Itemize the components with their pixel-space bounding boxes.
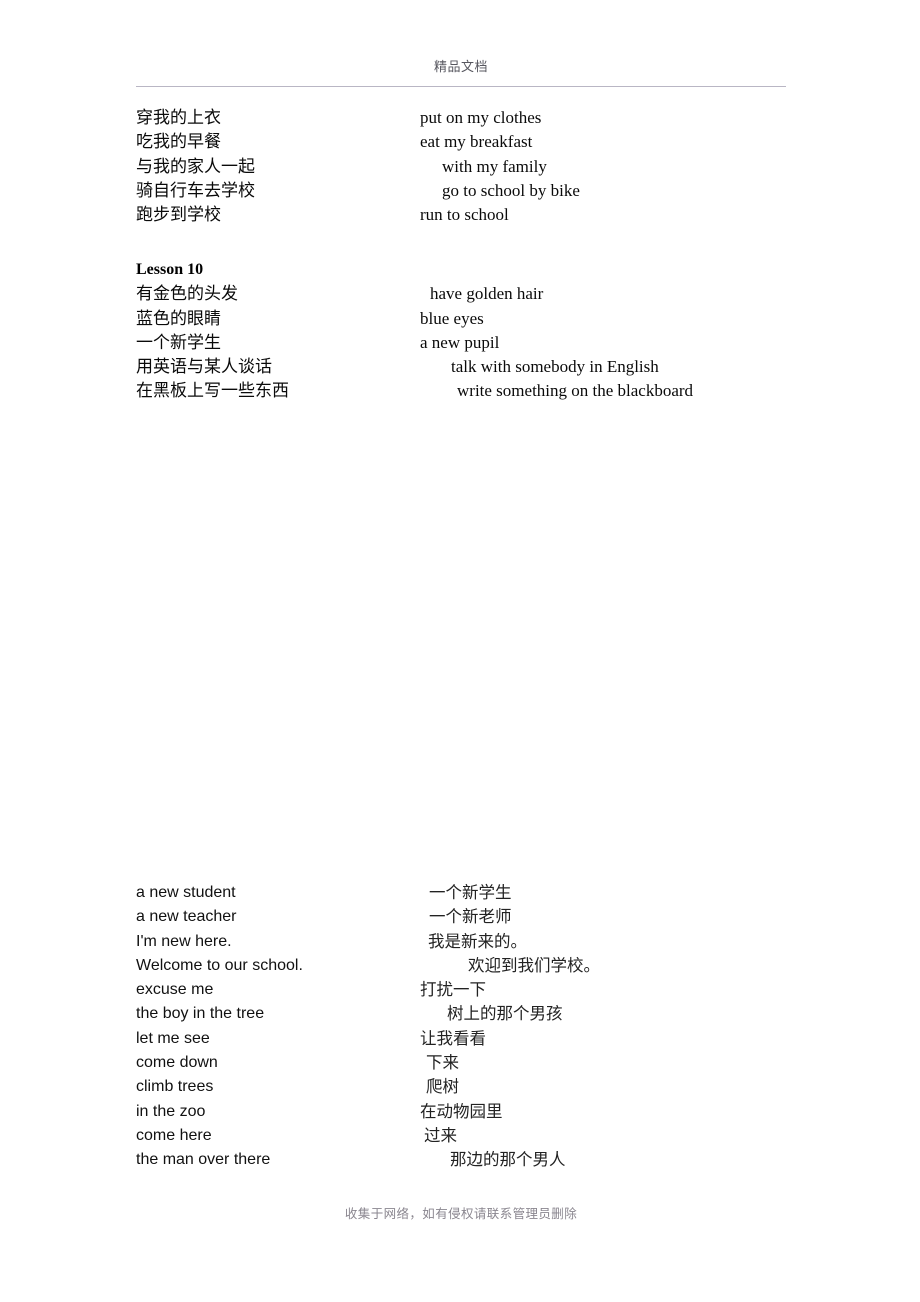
phrase-chinese: 爬树 bbox=[426, 1078, 459, 1097]
phrase-chinese: 让我看看 bbox=[420, 1029, 486, 1048]
phrase-english: come down bbox=[136, 1054, 218, 1072]
phrase-chinese: 蓝色的眼睛 bbox=[136, 308, 221, 328]
phrase-english: put on my clothes bbox=[420, 108, 542, 127]
phrase-chinese: 一个新老师 bbox=[429, 908, 512, 927]
phrase-english: talk with somebody in English bbox=[451, 357, 659, 377]
phrase-english: the boy in the tree bbox=[136, 1005, 265, 1023]
header-title: 精品文档 bbox=[433, 59, 488, 74]
phrase-english: a new student bbox=[136, 884, 236, 901]
phrase-english: a new pupil bbox=[420, 332, 500, 352]
phrase-chinese: 过来 bbox=[424, 1126, 457, 1145]
phrase-chinese: 打扰一下 bbox=[420, 981, 486, 1000]
phrase-chinese: 一个新学生 bbox=[429, 884, 512, 902]
footer-note: 收集于网络，如有侵权请联系管理员删除 bbox=[344, 1207, 578, 1221]
phrase-chinese: 与我的家人一起 bbox=[136, 156, 255, 176]
phrase-english: I'm new here. bbox=[136, 932, 232, 950]
phrase-english: blue eyes bbox=[420, 308, 484, 328]
phrase-chinese: 穿我的上衣 bbox=[136, 108, 221, 127]
lesson-heading: Lesson 10 bbox=[136, 261, 204, 278]
phrase-english: excuse me bbox=[136, 981, 214, 999]
phrase-english: the man over there bbox=[136, 1151, 271, 1169]
phrase-english: let me see bbox=[136, 1029, 210, 1047]
phrase-chinese: 吃我的早餐 bbox=[136, 132, 221, 152]
phrase-english: climb trees bbox=[136, 1078, 214, 1096]
phrase-english: in the zoo bbox=[136, 1102, 206, 1120]
phrase-chinese: 我是新来的。 bbox=[428, 932, 527, 951]
phrase-chinese: 下来 bbox=[426, 1054, 459, 1073]
page-header: 精品文档 bbox=[136, 58, 786, 76]
header-divider bbox=[136, 86, 786, 88]
phrase-chinese: 跑步到学校 bbox=[136, 205, 221, 225]
phrase-chinese: 那边的那个男人 bbox=[450, 1151, 566, 1170]
phrase-english: run to school bbox=[420, 205, 509, 225]
phrase-english: eat my breakfast bbox=[420, 132, 533, 152]
phrase-english: write something on the blackboard bbox=[457, 381, 694, 401]
document-page: 精品文档 穿我的上衣 put on my clothes 吃我的早餐 eat my b… bbox=[0, 0, 920, 1302]
phrase-chinese: 树上的那个男孩 bbox=[447, 1005, 563, 1024]
phrase-chinese: 骑自行车去学校 bbox=[136, 180, 255, 200]
phrase-chinese: 在动物园里 bbox=[420, 1102, 503, 1121]
phrase-chinese: 有金色的头发 bbox=[136, 284, 238, 304]
phrase-chinese: 在黑板上写一些东西 bbox=[136, 381, 289, 401]
phrase-chinese: 用英语与某人谈话 bbox=[136, 357, 272, 377]
phrase-english: a new teacher bbox=[136, 908, 237, 926]
phrase-english: have golden hair bbox=[430, 284, 544, 304]
phrase-chinese: 欢迎到我们学校。 bbox=[468, 956, 600, 975]
phrase-english: Welcome to our school. bbox=[136, 956, 303, 974]
phrase-english: go to school by bike bbox=[442, 180, 580, 200]
phrase-english: with my family bbox=[442, 156, 547, 176]
page-footer: 收集于网络，如有侵权请联系管理员删除 bbox=[136, 1205, 786, 1223]
phrase-chinese: 一个新学生 bbox=[136, 332, 221, 352]
phrase-english: come here bbox=[136, 1126, 212, 1144]
